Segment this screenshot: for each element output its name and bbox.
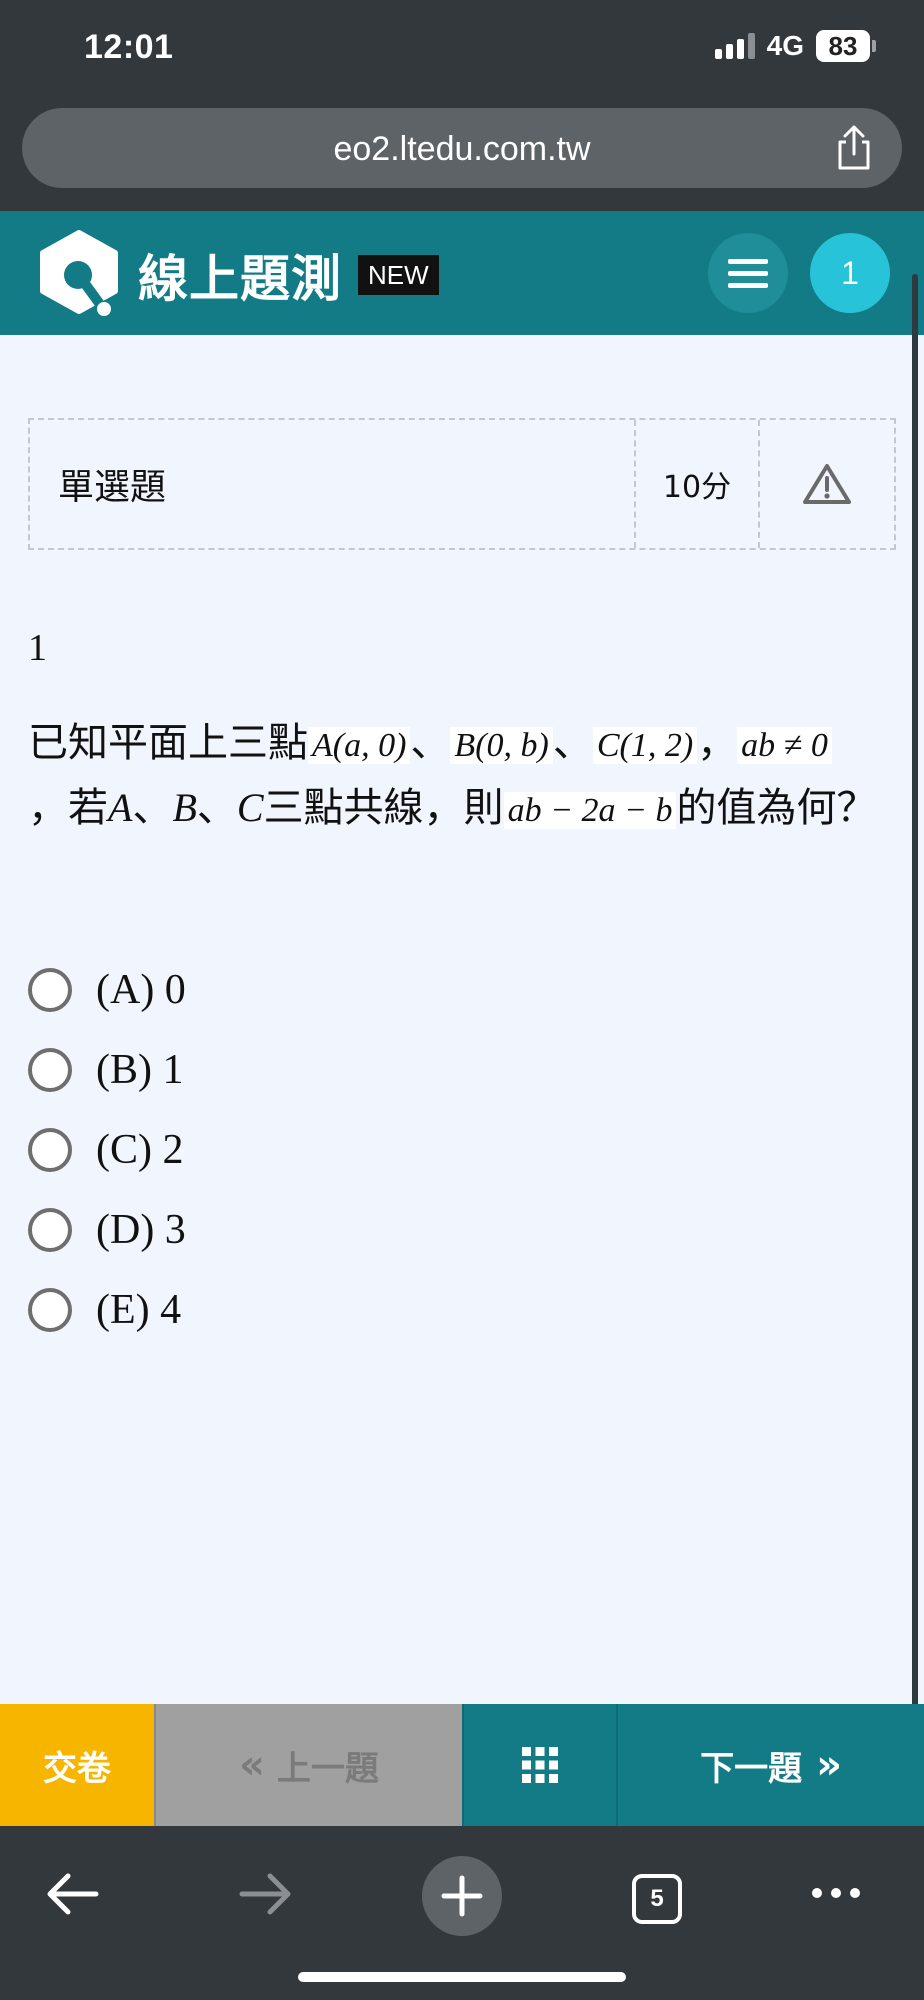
question-grid-button[interactable] (462, 1704, 616, 1826)
math-expression: ab − 2a − b (503, 792, 677, 829)
double-chevron-left-icon: « (239, 1742, 265, 1788)
new-tab-button[interactable] (422, 1856, 502, 1936)
status-time: 12:01 (84, 28, 174, 66)
radio-button[interactable] (28, 1128, 72, 1172)
option-c[interactable]: (C) 2 (28, 1110, 186, 1190)
share-icon[interactable] (832, 124, 876, 172)
submit-button[interactable]: 交卷 (0, 1704, 154, 1826)
new-badge: NEW (358, 255, 439, 295)
option-d[interactable]: (D) 3 (28, 1190, 186, 1270)
math-point-c: C(1, 2) (592, 727, 698, 764)
option-label[interactable]: (D) 3 (96, 1206, 186, 1254)
answer-options: (A) 0 (B) 1 (C) 2 (D) 3 (E) 4 (28, 950, 186, 1350)
question-number: 1 (28, 627, 47, 669)
network-label: 4G (766, 30, 804, 61)
math-point-a: A(a, 0) (308, 727, 411, 764)
site-title: 線上題測 (138, 250, 342, 308)
battery-icon: 83 (816, 30, 876, 62)
question-score: 10分 (634, 420, 758, 548)
back-arrow-icon[interactable] (44, 1870, 100, 1918)
status-indicators: 4G 83 (714, 30, 876, 62)
question-meta: 單選題 10分 (28, 418, 896, 550)
option-e[interactable]: (E) 4 (28, 1270, 186, 1350)
radio-button[interactable] (28, 1208, 72, 1252)
plus-icon (441, 1875, 483, 1917)
hamburger-icon (728, 258, 768, 264)
warning-icon (803, 464, 851, 504)
signal-icon (714, 33, 755, 59)
site-header: 線上題測 NEW 1 (0, 211, 924, 335)
question-number-button[interactable]: 1 (810, 233, 890, 313)
browser-top-bar: 12:01 4G 83 eo2.ltedu.com.tw (0, 0, 924, 211)
menu-button[interactable] (708, 233, 788, 313)
question-type: 單選題 (58, 467, 167, 508)
math-point-b: B(0, b) (450, 727, 553, 764)
report-button[interactable] (758, 420, 894, 548)
grid-icon (522, 1747, 558, 1783)
option-label[interactable]: (C) 2 (96, 1126, 184, 1174)
scrollbar[interactable] (912, 274, 918, 1814)
double-chevron-right-icon: » (816, 1742, 842, 1788)
more-icon[interactable] (810, 1886, 862, 1900)
radio-button[interactable] (28, 1048, 72, 1092)
url-bar[interactable]: eo2.ltedu.com.tw (22, 108, 902, 188)
logo-icon[interactable] (34, 229, 124, 319)
option-label[interactable]: (B) 1 (96, 1046, 184, 1094)
prev-question-button[interactable]: « 上一題 (154, 1704, 462, 1826)
next-question-label: 下一題 (700, 1748, 803, 1789)
radio-button[interactable] (28, 1288, 72, 1332)
action-bar: 交卷 « 上一題 下一題 » (0, 1704, 924, 1826)
tabs-button[interactable]: 5 (632, 1874, 682, 1924)
radio-button[interactable] (28, 968, 72, 1012)
option-b[interactable]: (B) 1 (28, 1030, 186, 1110)
next-question-button[interactable]: 下一題 » (616, 1704, 924, 1826)
home-indicator (298, 1972, 626, 1982)
option-a[interactable]: (A) 0 (28, 950, 186, 1030)
math-condition: ab ≠ 0 (737, 727, 832, 764)
url-text[interactable]: eo2.ltedu.com.tw (22, 130, 902, 169)
option-label[interactable]: (E) 4 (96, 1286, 181, 1334)
prev-question-label: 上一題 (276, 1748, 379, 1789)
option-label[interactable]: (A) 0 (96, 966, 186, 1014)
question-text: 已知平面上三點 A(a, 0)、 B(0, b)、 C(1, 2)， ab ≠ 0 ，若A… (28, 720, 877, 831)
battery-level: 83 (816, 30, 870, 62)
forward-arrow-icon[interactable] (238, 1870, 294, 1918)
